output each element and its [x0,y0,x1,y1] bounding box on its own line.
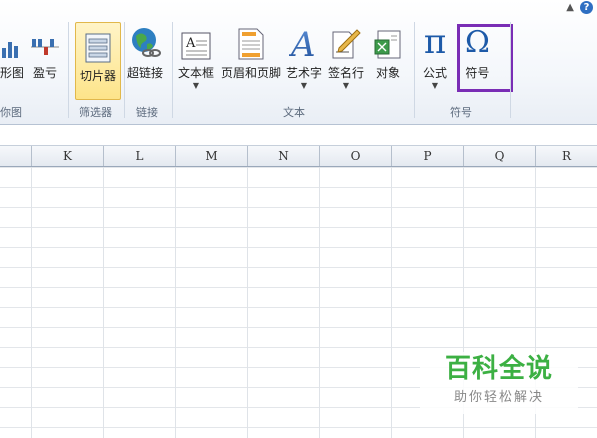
slicer-button[interactable]: 切片器 [75,22,121,100]
group-separator [172,22,173,118]
signature-line-button[interactable]: 签名行 ▼ [328,20,364,90]
equation-label: 公式 [423,66,448,80]
svg-text:A: A [289,26,316,60]
group-separator [68,22,69,118]
chevron-down-icon: ▼ [300,81,308,90]
watermark-subtitle: 助你轻松解决 [453,390,544,405]
column-header-m[interactable]: M [175,146,247,166]
column-header-r[interactable]: R [535,146,597,166]
winloss-sparkline-label: 盈亏 [32,66,57,80]
group-separator [414,22,415,118]
globe-link-icon [129,20,161,60]
column-header-n[interactable]: N [247,146,319,166]
watermark-logo: 百科全说 助你轻松解决 [420,352,578,414]
wordart-label: 艺术字 [286,66,323,80]
hyperlink-button[interactable]: 超链接 [127,20,163,81]
wordart-button[interactable]: A 艺术字 ▼ [286,20,322,90]
help-icon[interactable]: ? [580,0,593,14]
textbox-button[interactable]: A 文本框 ▼ [178,20,214,90]
column-chart-icon [2,20,22,60]
chevron-down-icon: ▼ [342,81,350,90]
column-sparkline-button[interactable]: 形图 [0,20,24,81]
header-footer-icon [238,20,264,60]
group-separator [510,22,511,118]
wordart-icon: A [289,20,319,60]
group-label-filter: 筛选器 [79,106,112,119]
slicer-label: 切片器 [79,69,116,83]
chevron-down-icon: ▼ [431,81,439,90]
header-footer-label: 页眉和页脚 [221,66,282,80]
group-separator [124,22,125,118]
column-header-q[interactable]: Q [463,146,535,166]
column-headers: K L M N O P Q R [0,146,597,167]
hyperlink-label: 超链接 [127,66,164,80]
object-label: 对象 [375,66,400,80]
group-label-symbols: 符号 [450,106,472,119]
group-label-links: 链接 [136,106,158,119]
group-label-text: 文本 [283,106,305,119]
object-button[interactable]: 对象 [374,20,402,81]
watermark-title: 百科全说 [444,354,553,384]
signature-line-label: 签名行 [328,66,365,80]
signature-pen-icon [331,20,361,60]
column-sparkline-label: 形图 [0,66,25,80]
object-icon [374,20,402,60]
equation-button[interactable]: π 公式 ▼ [423,20,447,90]
group-label-sparklines: 你图 [0,106,22,119]
svg-text:A: A [185,36,196,51]
winloss-chart-icon [31,20,59,60]
column-header-k[interactable]: K [31,146,103,166]
symbol-highlight-box [457,24,513,92]
column-header-o[interactable]: O [319,146,391,166]
textbox-label: 文本框 [178,66,215,80]
header-footer-button[interactable]: 页眉和页脚 [221,20,281,81]
chevron-down-icon: ▼ [192,81,200,90]
formula-bar[interactable] [0,125,597,146]
slicer-icon [85,23,111,63]
ribbon: ▲ ? 形图 盈亏 切片器 超链接 A 文本框 ▼ 页眉和页脚 A 艺术字 ▼ … [0,0,597,125]
window-controls: ▲ ? [566,0,593,14]
winloss-sparkline-button[interactable]: 盈亏 [31,20,59,81]
column-header-l[interactable]: L [103,146,175,166]
column-header-p[interactable]: P [391,146,463,166]
pi-icon: π [423,22,447,62]
textbox-icon: A [181,20,211,60]
minimize-ribbon-icon[interactable]: ▲ [566,2,574,13]
